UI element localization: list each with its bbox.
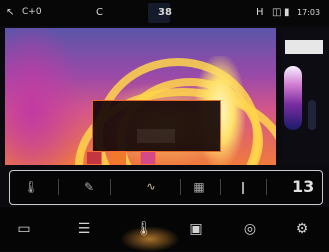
bar-icon[interactable]: ❙	[238, 177, 248, 197]
camera-icon[interactable]: ◎	[238, 217, 262, 241]
mode-indicator: C+0	[22, 7, 42, 17]
thermometer-icon[interactable]: 🌡	[22, 177, 40, 197]
grid-icon[interactable]: ▦	[192, 177, 206, 197]
emissivity-value[interactable]: 13	[292, 177, 314, 197]
back-icon[interactable]: ↖	[6, 5, 20, 20]
list-icon[interactable]: ☰	[72, 217, 96, 241]
active-glow	[120, 226, 180, 252]
wave-icon[interactable]: ∿	[126, 177, 176, 197]
settings-icon[interactable]: ⚙	[290, 217, 314, 241]
divider	[266, 179, 267, 195]
alert-dialog	[92, 100, 221, 152]
scroll-indicator[interactable]	[308, 100, 316, 130]
temperature-colorbar	[284, 66, 302, 130]
divider	[110, 179, 111, 195]
side-label[interactable]	[285, 40, 323, 54]
status-bar: ↖ C+0 C 38 H ◫ ▮ 17:03	[0, 0, 329, 26]
palette-swatch[interactable]	[140, 151, 156, 165]
divider	[220, 179, 221, 195]
center-temperature: 38	[158, 7, 172, 18]
palette-swatch[interactable]	[86, 151, 102, 165]
divider	[180, 179, 181, 195]
dialog-ok-button[interactable]	[137, 129, 175, 143]
control-strip: 🌡 ✎ ∿ ▦ ❙ 13	[9, 170, 323, 205]
gallery-icon[interactable]: ▭	[12, 217, 36, 241]
clock: 17:03	[297, 8, 321, 17]
status-icon-box: ◫	[272, 7, 282, 18]
image-icon[interactable]: ▣	[184, 217, 208, 241]
battery-icon: ▮	[284, 7, 290, 18]
palette-swatch[interactable]	[110, 151, 126, 165]
pen-icon[interactable]: ✎	[80, 177, 98, 197]
status-icon-h: H	[256, 7, 264, 18]
camera-icon: C	[96, 7, 103, 18]
divider	[58, 179, 59, 195]
